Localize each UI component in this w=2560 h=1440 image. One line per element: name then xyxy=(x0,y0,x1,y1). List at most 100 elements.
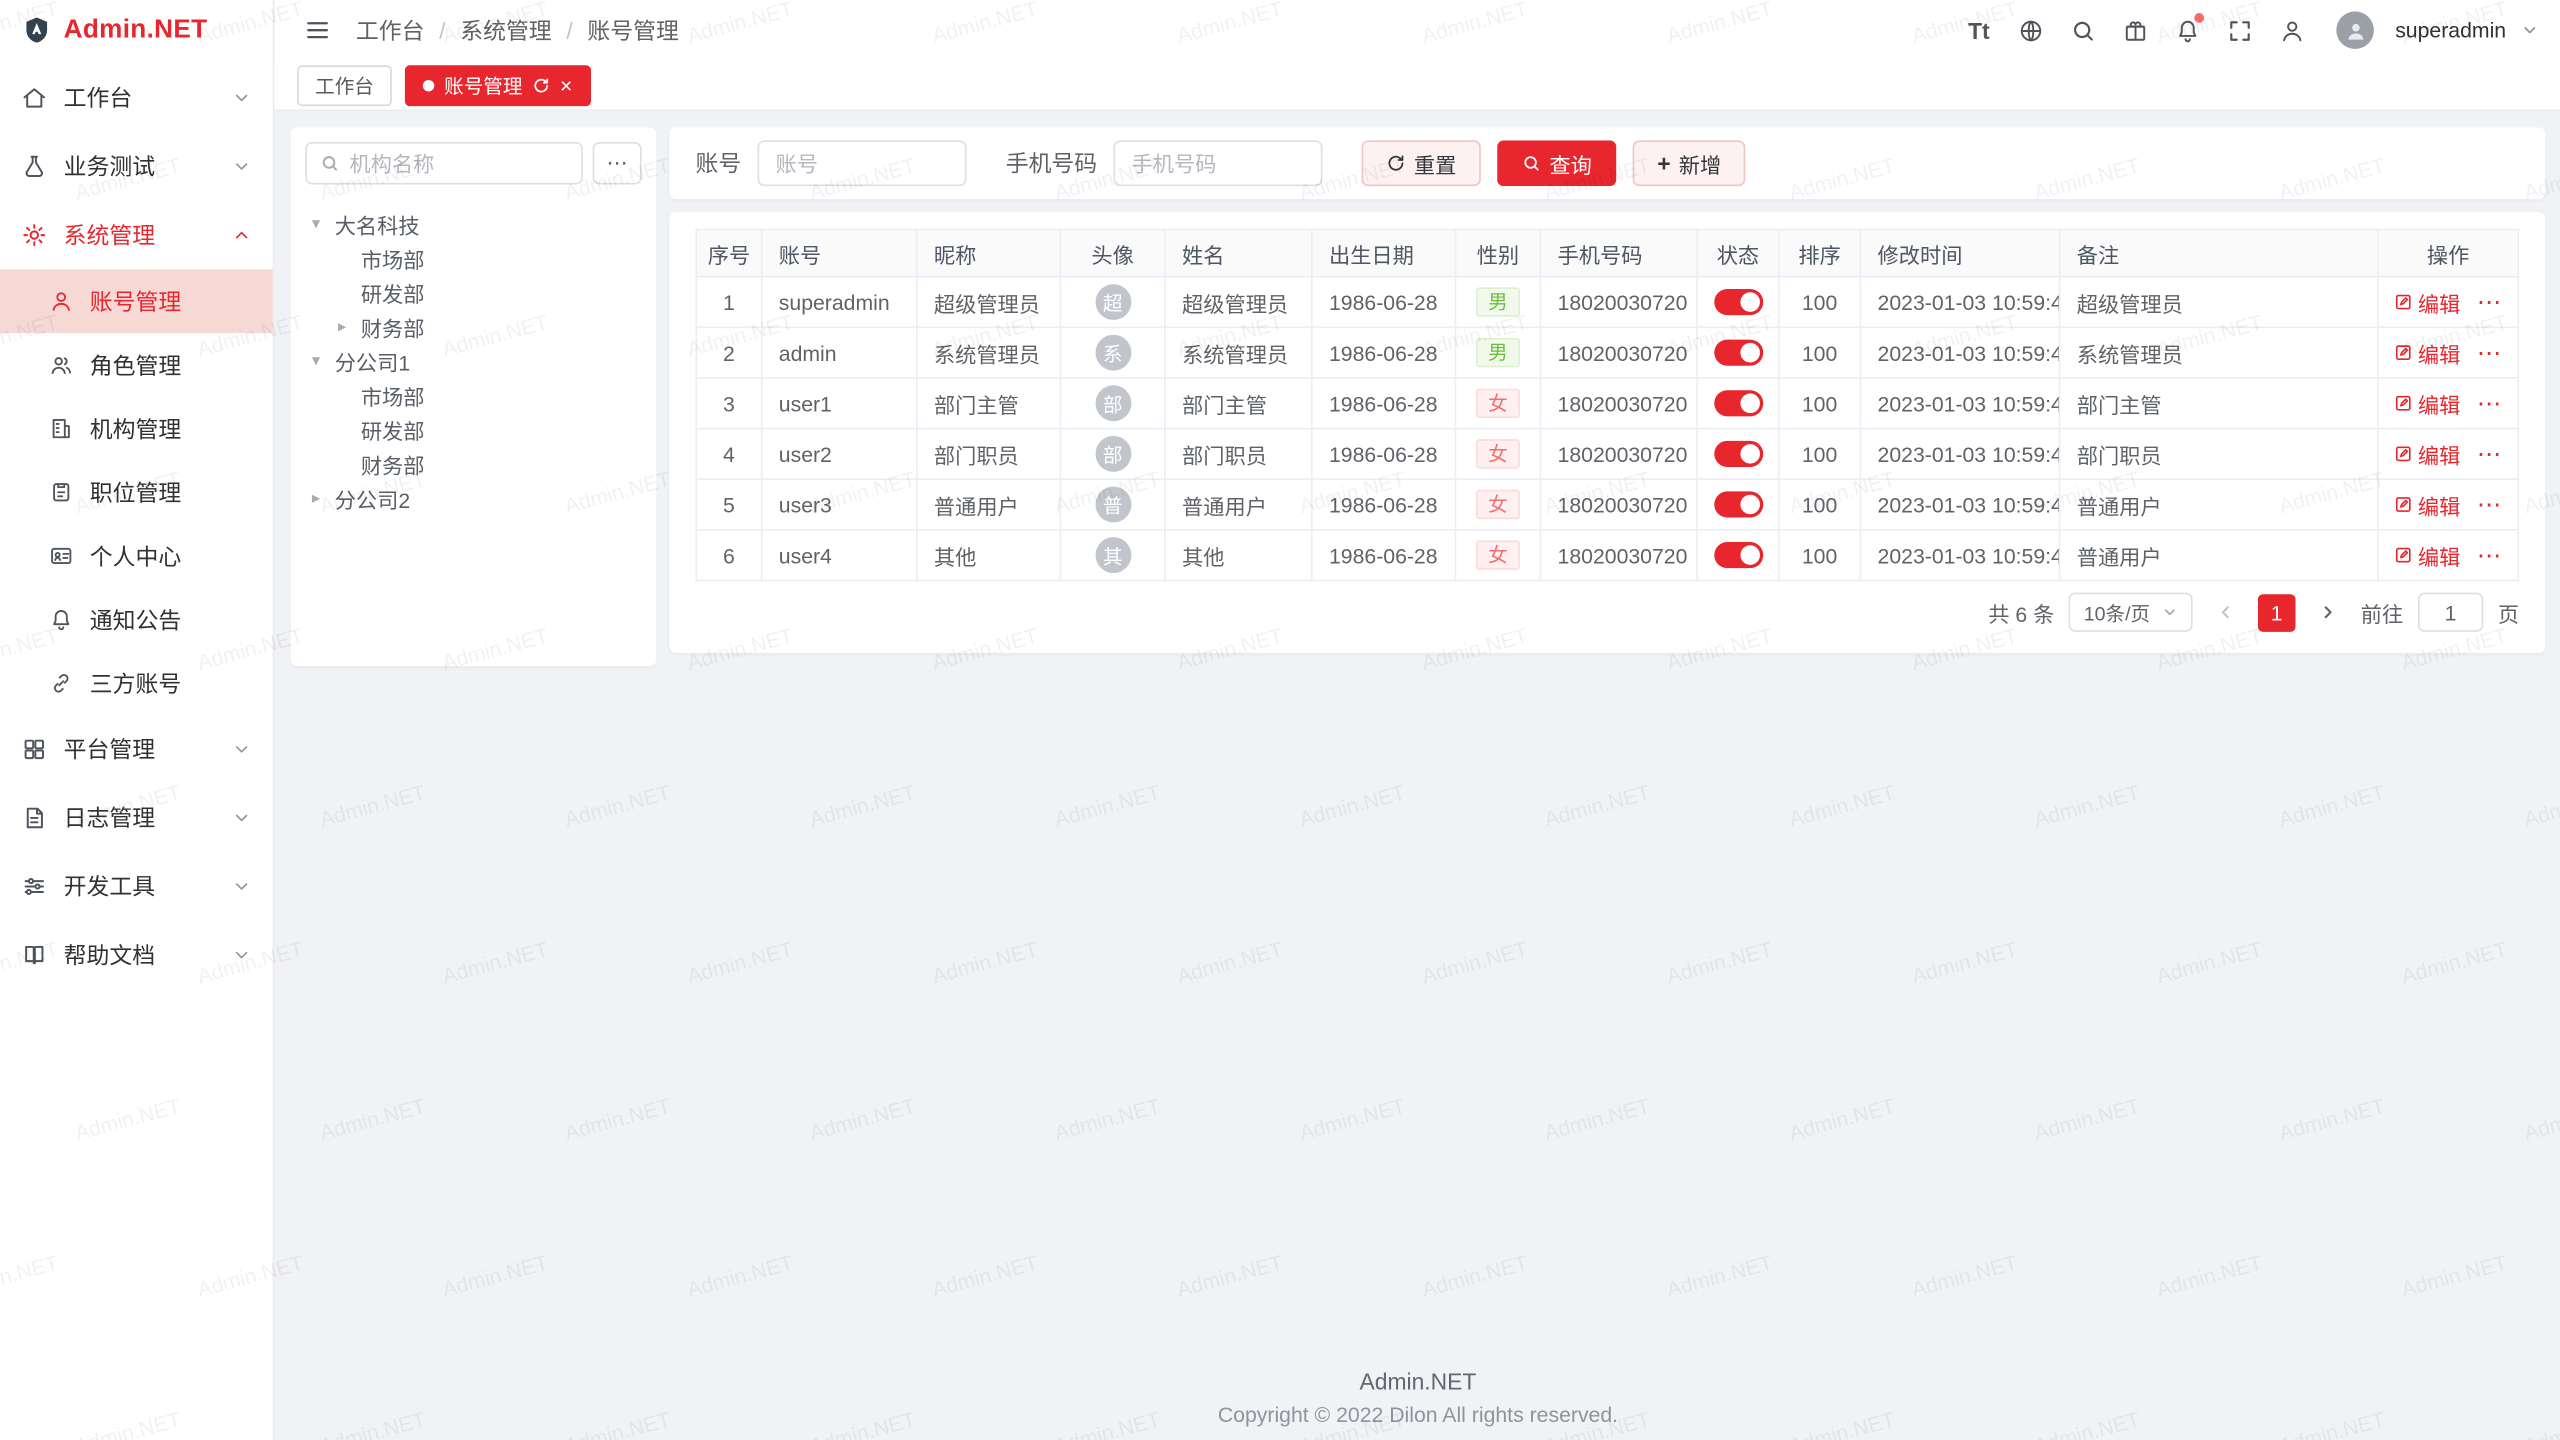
tree-node[interactable]: 研发部 xyxy=(305,276,641,310)
sidebar-item-notice[interactable]: 通知公告 xyxy=(0,588,273,652)
caret-right-icon[interactable]: ▸ xyxy=(312,490,335,508)
org-search-box xyxy=(305,142,583,184)
notification-button[interactable] xyxy=(2167,9,2209,51)
sliders-icon xyxy=(21,873,47,899)
next-page-button[interactable] xyxy=(2310,594,2346,630)
status-toggle[interactable] xyxy=(1713,492,1762,518)
edit-button[interactable]: 编辑 xyxy=(2393,388,2460,419)
bell-icon xyxy=(49,607,73,631)
tree-node[interactable]: 市场部 xyxy=(305,242,641,276)
cell-time: 2023-01-03 10:59:44 xyxy=(1860,530,2059,581)
status-toggle[interactable] xyxy=(1713,542,1762,568)
username[interactable]: superadmin xyxy=(2395,18,2506,42)
sidebar-item-org-mgmt[interactable]: 机构管理 xyxy=(0,397,273,461)
sidebar-item-label: 账号管理 xyxy=(90,285,181,318)
tree-node[interactable]: ▸ 财务部 xyxy=(305,310,641,344)
person-icon xyxy=(2279,17,2305,43)
status-toggle[interactable] xyxy=(1713,289,1762,315)
caret-down-icon[interactable]: ▾ xyxy=(312,353,335,371)
page-content: ⋯ ▾ 大名科技 市场部 研发部 ▸ xyxy=(274,111,2560,682)
sex-tag: 男 xyxy=(1477,338,1519,367)
breadcrumb-item[interactable]: 账号管理 xyxy=(587,14,678,47)
goto-page-input[interactable] xyxy=(2418,593,2483,632)
tab-workbench[interactable]: 工作台 xyxy=(297,64,392,105)
reset-button[interactable]: 重置 xyxy=(1362,140,1481,186)
close-icon[interactable]: × xyxy=(560,74,572,95)
tree-node[interactable]: 研发部 xyxy=(305,413,641,447)
tree-node-label: 财务部 xyxy=(361,449,425,480)
sidebar-item-help-docs[interactable]: 帮助文档 xyxy=(0,921,273,990)
breadcrumb-item[interactable]: 系统管理 xyxy=(460,14,551,47)
table-header-row: 序号 账号 昵称 头像 姓名 出生日期 性别 手机号码 状态 排序 修改时间 xyxy=(696,229,2518,276)
breadcrumb-separator: / xyxy=(566,17,572,43)
cell-birthday: 1986-06-28 xyxy=(1312,327,1456,378)
tree-more-button[interactable]: ⋯ xyxy=(593,142,642,184)
global-search-button[interactable] xyxy=(2062,9,2104,51)
brand[interactable]: Admin.NET xyxy=(0,0,273,60)
globe-icon xyxy=(2018,17,2044,43)
edit-button[interactable]: 编辑 xyxy=(2393,540,2460,571)
tags-view-bar: 工作台 账号管理 × xyxy=(274,60,2560,111)
sidebar-item-third-party-account[interactable]: 三方账号 xyxy=(0,651,273,715)
page-size-select[interactable]: 10条/页 xyxy=(2069,593,2193,632)
edit-icon xyxy=(2393,545,2413,565)
phone-input[interactable] xyxy=(1113,140,1322,186)
language-button[interactable] xyxy=(2010,9,2052,51)
tree-node[interactable]: ▸ 分公司2 xyxy=(305,482,641,516)
chevron-down-icon xyxy=(232,808,252,828)
tree-node[interactable]: ▾ 分公司1 xyxy=(305,344,641,378)
profile-button[interactable] xyxy=(2271,9,2313,51)
goto-label: 前往 xyxy=(2361,597,2403,628)
row-more-button[interactable]: ⋯ xyxy=(2477,543,2503,567)
sidebar-item-account-mgmt[interactable]: 账号管理 xyxy=(0,269,273,333)
sidebar-item-platform-mgmt[interactable]: 平台管理 xyxy=(0,715,273,784)
fullscreen-button[interactable] xyxy=(2219,9,2261,51)
sidebar-item-position-mgmt[interactable]: 职位管理 xyxy=(0,460,273,524)
breadcrumb-item[interactable]: 工作台 xyxy=(356,14,425,47)
row-more-button[interactable]: ⋯ xyxy=(2477,492,2503,516)
sidebar-item-role-mgmt[interactable]: 角色管理 xyxy=(0,333,273,397)
tree-node[interactable]: 市场部 xyxy=(305,379,641,413)
caret-right-icon[interactable]: ▸ xyxy=(338,318,361,336)
font-size-button[interactable]: Tt xyxy=(1958,9,2000,51)
sidebar-item-label: 工作台 xyxy=(64,82,216,115)
sidebar-item-dev-tools[interactable]: 开发工具 xyxy=(0,852,273,921)
reset-label: 重置 xyxy=(1414,148,1456,179)
row-more-button[interactable]: ⋯ xyxy=(2477,442,2503,466)
cell-order: 100 xyxy=(1779,378,1861,429)
edit-icon xyxy=(2393,495,2413,515)
page-number-active[interactable]: 1 xyxy=(2258,593,2296,631)
account-input[interactable] xyxy=(758,140,967,186)
query-form: 账号 手机号码 重置 查询 + 新增 xyxy=(669,127,2545,199)
refresh-icon[interactable] xyxy=(532,76,550,94)
sidebar-item-system-mgmt[interactable]: 系统管理 xyxy=(0,201,273,270)
user-menu-chevron-icon[interactable] xyxy=(2521,21,2539,39)
sidebar-item-business-test[interactable]: 业务测试 xyxy=(0,132,273,201)
prev-page-button[interactable] xyxy=(2207,594,2243,630)
edit-button[interactable]: 编辑 xyxy=(2393,438,2460,469)
tab-account-mgmt[interactable]: 账号管理 × xyxy=(405,64,590,105)
sidebar-item-workbench[interactable]: 工作台 xyxy=(0,64,273,133)
edit-label: 编辑 xyxy=(2418,489,2460,520)
footer: Admin.NET Copyright © 2022 Dilon All rig… xyxy=(274,1368,2560,1427)
tree-node[interactable]: 财务部 xyxy=(305,447,641,481)
edit-button[interactable]: 编辑 xyxy=(2393,287,2460,318)
tree-node[interactable]: ▾ 大名科技 xyxy=(305,207,641,241)
edit-button[interactable]: 编辑 xyxy=(2393,337,2460,368)
sidebar-item-log-mgmt[interactable]: 日志管理 xyxy=(0,784,273,853)
caret-down-icon[interactable]: ▾ xyxy=(312,216,335,234)
sidebar-item-personal-center[interactable]: 个人中心 xyxy=(0,524,273,588)
add-button[interactable]: + 新增 xyxy=(1633,140,1746,186)
row-more-button[interactable]: ⋯ xyxy=(2477,290,2503,314)
edit-button[interactable]: 编辑 xyxy=(2393,489,2460,520)
theme-button[interactable] xyxy=(2114,9,2156,51)
status-toggle[interactable] xyxy=(1713,441,1762,467)
status-toggle[interactable] xyxy=(1713,391,1762,417)
status-toggle[interactable] xyxy=(1713,340,1762,366)
row-more-button[interactable]: ⋯ xyxy=(2477,391,2503,415)
collapse-menu-button[interactable] xyxy=(297,11,336,50)
org-search-input[interactable] xyxy=(349,151,568,175)
search-button[interactable]: 查询 xyxy=(1497,140,1616,186)
user-avatar[interactable] xyxy=(2336,11,2374,49)
row-more-button[interactable]: ⋯ xyxy=(2477,340,2503,364)
